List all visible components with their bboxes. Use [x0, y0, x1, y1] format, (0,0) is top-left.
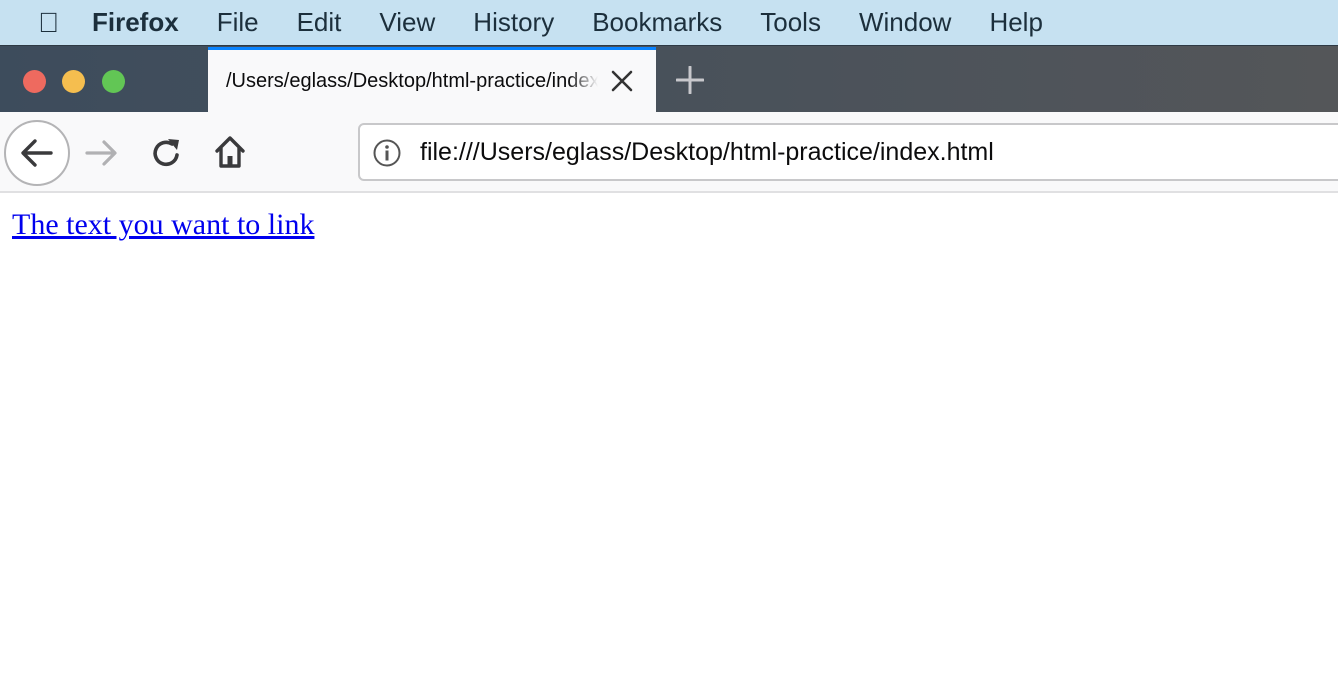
menu-file[interactable]: File: [217, 7, 259, 38]
url-bar[interactable]: file:///Users/eglass/Desktop/html-practi…: [358, 123, 1338, 181]
apple-logo-icon[interactable]: : [38, 7, 64, 39]
menu-app-firefox[interactable]: Firefox: [92, 7, 179, 38]
menu-edit[interactable]: Edit: [297, 7, 342, 38]
menu-view[interactable]: View: [379, 7, 435, 38]
menu-window[interactable]: Window: [859, 7, 951, 38]
tab-title: /Users/eglass/Desktop/html-practice/inde…: [226, 70, 598, 92]
close-tab-icon[interactable]: [610, 69, 634, 93]
menu-tools[interactable]: Tools: [760, 7, 821, 38]
window-close-button[interactable]: [23, 70, 46, 93]
tab-active[interactable]: /Users/eglass/Desktop/html-practice/inde…: [208, 47, 656, 113]
url-text[interactable]: file:///Users/eglass/Desktop/html-practi…: [420, 138, 994, 167]
reload-icon[interactable]: [150, 136, 184, 170]
forward-arrow-icon[interactable]: [84, 136, 120, 170]
back-button[interactable]: [4, 120, 70, 186]
home-icon[interactable]: [212, 134, 248, 170]
navigation-toolbar: file:///Users/eglass/Desktop/html-practi…: [0, 112, 1338, 193]
tab-strip: /Users/eglass/Desktop/html-practice/inde…: [0, 45, 1338, 113]
menu-bookmarks[interactable]: Bookmarks: [592, 7, 722, 38]
window-minimize-button[interactable]: [62, 70, 85, 93]
menu-history[interactable]: History: [473, 7, 554, 38]
window-zoom-button[interactable]: [102, 70, 125, 93]
new-tab-icon[interactable]: [676, 66, 704, 94]
page-content: The text you want to link: [12, 208, 314, 242]
menu-help[interactable]: Help: [989, 7, 1042, 38]
text-link[interactable]: The text you want to link: [12, 208, 314, 241]
macos-menubar:  Firefox File Edit View History Bookmar…: [0, 0, 1338, 45]
site-info-icon[interactable]: [372, 138, 402, 168]
back-arrow-icon: [21, 139, 53, 167]
